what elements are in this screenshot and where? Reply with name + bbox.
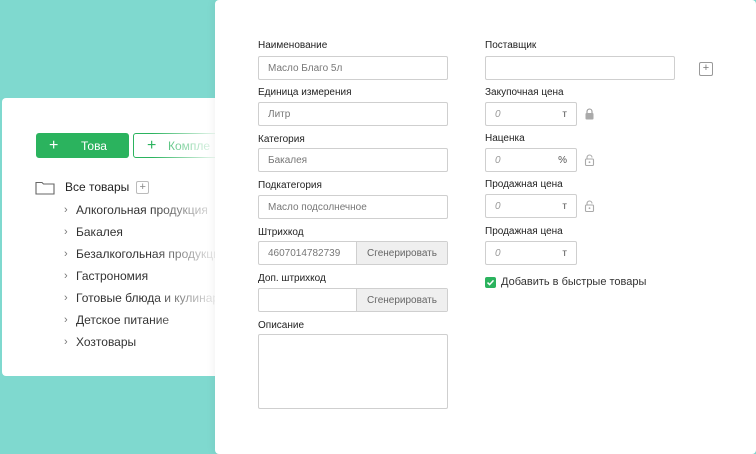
category-label: Детское питание (76, 313, 170, 327)
lock-open-icon[interactable] (584, 200, 595, 212)
folder-icon (35, 181, 55, 195)
category-label: Бакалея (76, 225, 123, 239)
purchase-price-value: 0 (495, 108, 501, 120)
barcode-input[interactable]: 4607014782739 (259, 242, 356, 264)
sale-price-label: Продажная цена (485, 179, 563, 190)
supplier-select[interactable] (485, 56, 675, 80)
quick-products-label: Добавить в быстрые товары (501, 276, 647, 288)
category-label: Категория (258, 134, 305, 145)
category-label: Безалкогольная продукция (76, 247, 227, 261)
generate-barcode-button[interactable]: Сгенерировать (356, 242, 447, 264)
tree-root-label: Все товары (65, 180, 130, 194)
category-item[interactable]: › Детское питание (64, 309, 232, 331)
chevron-right-icon: › (64, 204, 68, 216)
category-label: Хозтовары (76, 335, 137, 349)
lock-icon[interactable] (584, 108, 595, 120)
plus-icon: + (147, 136, 157, 154)
name-input[interactable]: Масло Благо 5л (258, 56, 448, 80)
extra-barcode-field: Сгенерировать (258, 288, 448, 312)
add-category-icon[interactable]: + (136, 180, 150, 194)
purchase-price-input[interactable]: 0 т (485, 102, 577, 126)
category-item[interactable]: › Гастрономия (64, 265, 232, 287)
add-product-button[interactable]: + Това (36, 133, 129, 158)
currency-unit: т (562, 247, 567, 259)
category-item[interactable]: › Хозтовары (64, 331, 232, 353)
chevron-right-icon: › (64, 248, 68, 260)
sale-price-2-input[interactable]: 0 т (485, 241, 577, 265)
chevron-right-icon: › (64, 336, 68, 348)
product-form: Наименование Масло Благо 5л Единица изме… (215, 0, 756, 454)
description-label: Описание (258, 320, 305, 331)
supplier-label: Поставщик (485, 40, 537, 51)
chevron-right-icon: › (64, 292, 68, 304)
sale-price-2-label: Продажная цена (485, 226, 563, 237)
unit-label: Единица измерения (258, 87, 352, 98)
category-item[interactable]: › Безалкогольная продукция (64, 243, 232, 265)
tree-root-all-products[interactable]: Все товары + (35, 178, 150, 196)
lock-open-icon[interactable] (584, 154, 595, 166)
extra-barcode-label: Доп. штрихкод (258, 273, 326, 284)
purchase-price-label: Закупочная цена (485, 87, 564, 98)
extra-barcode-input[interactable] (259, 289, 356, 311)
markup-label: Наценка (485, 133, 525, 144)
currency-unit: т (562, 200, 567, 212)
generate-extra-barcode-button[interactable]: Сгенерировать (356, 289, 447, 311)
percent-unit: % (558, 154, 567, 166)
category-list: › Алкогольная продукция › Бакалея › Безалко… (64, 199, 232, 353)
chevron-right-icon: › (64, 314, 68, 326)
markup-value: 0 (495, 154, 501, 166)
description-textarea[interactable] (258, 334, 448, 409)
subcategory-label: Подкатегория (258, 180, 322, 191)
category-select[interactable]: Бакалея (258, 148, 448, 172)
check-icon[interactable] (485, 276, 496, 288)
quick-products-checkbox-row[interactable]: Добавить в быстрые товары (485, 276, 646, 288)
add-supplier-icon[interactable]: + (699, 62, 713, 76)
name-label: Наименование (258, 40, 328, 51)
sale-price-value: 0 (495, 200, 501, 212)
unit-select[interactable]: Литр (258, 102, 448, 126)
add-product-label: Това (81, 138, 107, 153)
sale-price-input[interactable]: 0 т (485, 194, 577, 218)
chevron-right-icon: › (64, 226, 68, 238)
sale-price-2-value: 0 (495, 247, 501, 259)
category-item[interactable]: › Бакалея (64, 221, 232, 243)
currency-unit: т (562, 108, 567, 120)
markup-input[interactable]: 0 % (485, 148, 577, 172)
barcode-field: 4607014782739 Сгенерировать (258, 241, 448, 265)
category-label: Гастрономия (76, 269, 149, 283)
category-label: Готовые блюда и кулинария (76, 291, 233, 305)
add-kit-label: Компле (168, 138, 211, 153)
subcategory-select[interactable]: Масло подсолнечное (258, 195, 448, 219)
barcode-label: Штрихкод (258, 227, 304, 238)
category-label: Алкогольная продукция (76, 203, 208, 217)
category-item[interactable]: › Готовые блюда и кулинария (64, 287, 232, 309)
plus-icon: + (49, 136, 59, 154)
chevron-right-icon: › (64, 270, 68, 282)
category-item[interactable]: › Алкогольная продукция (64, 199, 232, 221)
